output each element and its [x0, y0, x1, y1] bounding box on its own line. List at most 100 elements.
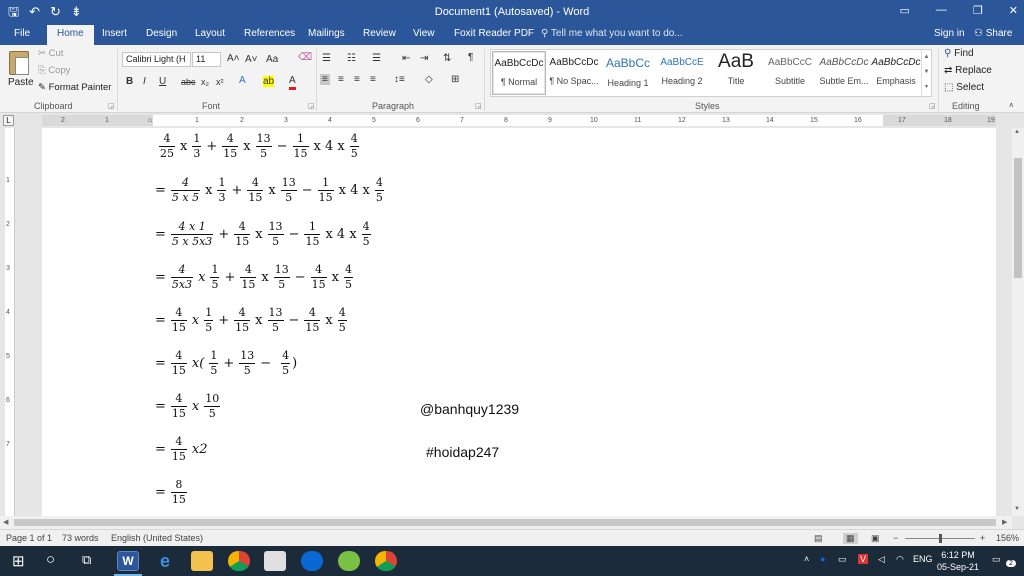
scroll-up-icon[interactable]: ▲ [1014, 129, 1020, 135]
show-formatting-icon[interactable]: ¶ [468, 52, 473, 63]
shading-icon[interactable]: ◇ [425, 74, 433, 85]
bullets-icon[interactable]: ☰ [322, 53, 331, 64]
scroll-thumb[interactable] [14, 519, 996, 526]
windows-start-icon[interactable]: ⊞ [12, 552, 25, 570]
select-button[interactable]: ⬚ Select [944, 82, 984, 93]
document-area[interactable]: 4 25 x 13 + 4 15 x 13 5 − 1 15 x 4 x 45 = 45… [16, 128, 1012, 516]
strikethrough-icon[interactable]: abc [181, 77, 196, 87]
bold-icon[interactable]: B [126, 76, 133, 87]
font-size-box[interactable]: 11 [192, 52, 221, 67]
clock[interactable]: 6:12 PM 05-Sep-21 [932, 549, 984, 573]
ribbon-display-options-icon[interactable]: ▭ [900, 4, 910, 17]
highlight-icon[interactable]: ab [263, 76, 275, 87]
subscript-icon[interactable]: x₂ [201, 77, 209, 87]
underline-icon[interactable]: U [159, 76, 166, 87]
cut-button[interactable]: ✂ Cut [38, 48, 63, 59]
clear-formatting-icon[interactable]: ⌫ [298, 52, 312, 63]
vertical-scrollbar[interactable]: ▲ ▼ [1012, 128, 1024, 516]
change-case-icon[interactable]: Aa [266, 54, 278, 65]
superscript-icon[interactable]: x² [216, 77, 224, 87]
style-heading-2[interactable]: AaBbCcE Heading 2 [655, 51, 709, 95]
styles-scroll[interactable]: ▲ ▼ ▾ [921, 50, 931, 96]
edge-browser-icon[interactable]: e [154, 551, 176, 571]
chrome-icon[interactable] [228, 551, 250, 571]
zalo-tray-icon[interactable]: ● [820, 554, 825, 564]
decrease-indent-icon[interactable]: ⇤ [402, 53, 410, 64]
zoom-level[interactable]: 156% [996, 533, 1019, 543]
font-name-box[interactable]: Calibri Light (H [122, 52, 191, 67]
page-count[interactable]: Page 1 of 1 [6, 533, 52, 543]
style-emphasis[interactable]: AaBbCcDc Emphasis [869, 51, 923, 95]
paste-button[interactable]: Paste [6, 49, 34, 97]
justify-icon[interactable]: ≡ [370, 74, 376, 85]
cortana-search-icon[interactable]: ○ [46, 551, 55, 568]
tab-file[interactable]: File [14, 28, 30, 39]
close-icon[interactable]: ✕ [1009, 4, 1018, 17]
align-left-icon[interactable]: ≡ [320, 74, 330, 85]
show-hidden-icons-icon[interactable]: ˄ [804, 554, 809, 564]
style-normal[interactable]: AaBbCcDc ¶ Normal [492, 51, 546, 95]
share-button[interactable]: ⚇ Share [974, 28, 1012, 39]
styles-launcher-icon[interactable]: ◲ [929, 102, 936, 110]
zoom-out-icon[interactable]: − [893, 533, 898, 543]
scroll-right-icon[interactable]: ▶ [1002, 518, 1007, 526]
italic-icon[interactable]: I [143, 76, 146, 87]
tab-view[interactable]: View [413, 28, 435, 39]
battery-icon[interactable]: ▭ [838, 554, 847, 565]
task-view-icon[interactable]: ⧉ [82, 552, 91, 568]
collapse-ribbon-icon[interactable]: ˄ [1009, 101, 1014, 110]
text-effects-icon[interactable]: A [239, 75, 246, 86]
word-count[interactable]: 73 words [62, 533, 99, 543]
tab-review[interactable]: Review [363, 28, 396, 39]
tab-mailings[interactable]: Mailings [308, 28, 345, 39]
wifi-icon[interactable]: ◠ [896, 554, 904, 565]
chevron-down-icon[interactable]: ▼ [924, 69, 930, 75]
store-icon[interactable] [264, 551, 286, 571]
sort-icon[interactable]: ⇅ [443, 53, 451, 64]
scroll-left-icon[interactable]: ◀ [3, 518, 8, 526]
word-app-icon[interactable]: W [117, 551, 139, 571]
find-button[interactable]: ⚲ Find [944, 48, 974, 59]
style-title[interactable]: AaB Title [709, 51, 763, 95]
increase-indent-icon[interactable]: ⇥ [420, 53, 428, 64]
style-heading-1[interactable]: AaBbCc Heading 1 [601, 51, 655, 95]
copy-button[interactable]: ⎘ Copy [38, 65, 70, 76]
zoom-slider-handle[interactable] [939, 534, 942, 543]
sign-in-link[interactable]: Sign in [934, 28, 965, 39]
tab-foxit-reader-pdf[interactable]: Foxit Reader PDF [454, 28, 534, 39]
borders-icon[interactable]: ⊞ [451, 74, 459, 85]
style-subtitle[interactable]: AaBbCcC Subtitle [763, 51, 817, 95]
tab-design[interactable]: Design [146, 28, 177, 39]
chrome-profile-icon[interactable] [375, 551, 397, 571]
read-mode-icon[interactable]: ▤ [814, 533, 823, 544]
indent-marker-icon[interactable]: ⌂ [148, 115, 152, 126]
style-no-spacing[interactable]: AaBbCcDc ¶ No Spac... [547, 51, 601, 95]
replace-button[interactable]: ⇄ Replace [944, 65, 992, 76]
tab-home[interactable]: Home [47, 25, 94, 45]
grow-font-icon[interactable]: A˄ [227, 53, 240, 64]
multilevel-list-icon[interactable]: ☰ [372, 53, 381, 64]
minimize-icon[interactable]: — [936, 4, 947, 17]
antivirus-icon[interactable]: V [858, 554, 869, 564]
align-center-icon[interactable]: ≡ [338, 74, 344, 85]
more-styles-icon[interactable]: ▾ [925, 84, 928, 90]
restore-icon[interactable]: ❐ [973, 4, 983, 17]
clipboard-launcher-icon[interactable]: ◲ [108, 102, 115, 110]
font-launcher-icon[interactable]: ◲ [308, 102, 315, 110]
format-painter-button[interactable]: ✎ Format Painter [38, 82, 111, 93]
tab-references[interactable]: References [244, 28, 295, 39]
shrink-font-icon[interactable]: A˅ [245, 54, 258, 65]
horizontal-ruler[interactable]: 2 1 ⌂ 1 2 3 4 5 6 7 8 9 10 11 12 13 14 1… [42, 115, 996, 126]
notification-center-icon[interactable]: ▭ [992, 554, 1001, 565]
style-subtle-emphasis[interactable]: AaBbCcDc Subtle Em... [817, 51, 871, 95]
tab-insert[interactable]: Insert [102, 28, 127, 39]
print-layout-icon[interactable]: ▦ [843, 533, 858, 544]
scroll-down-icon[interactable]: ▼ [1014, 506, 1020, 512]
web-layout-icon[interactable]: ▣ [871, 533, 880, 544]
vertical-ruler[interactable]: 1 2 3 4 5 6 7 [5, 128, 15, 516]
tab-layout[interactable]: Layout [195, 28, 225, 39]
chrome-canary-icon[interactable] [338, 551, 360, 571]
horizontal-scrollbar[interactable]: ◀ ▶ [0, 516, 1012, 529]
input-language[interactable]: ENG [913, 554, 933, 564]
zalo-icon[interactable] [301, 551, 323, 571]
